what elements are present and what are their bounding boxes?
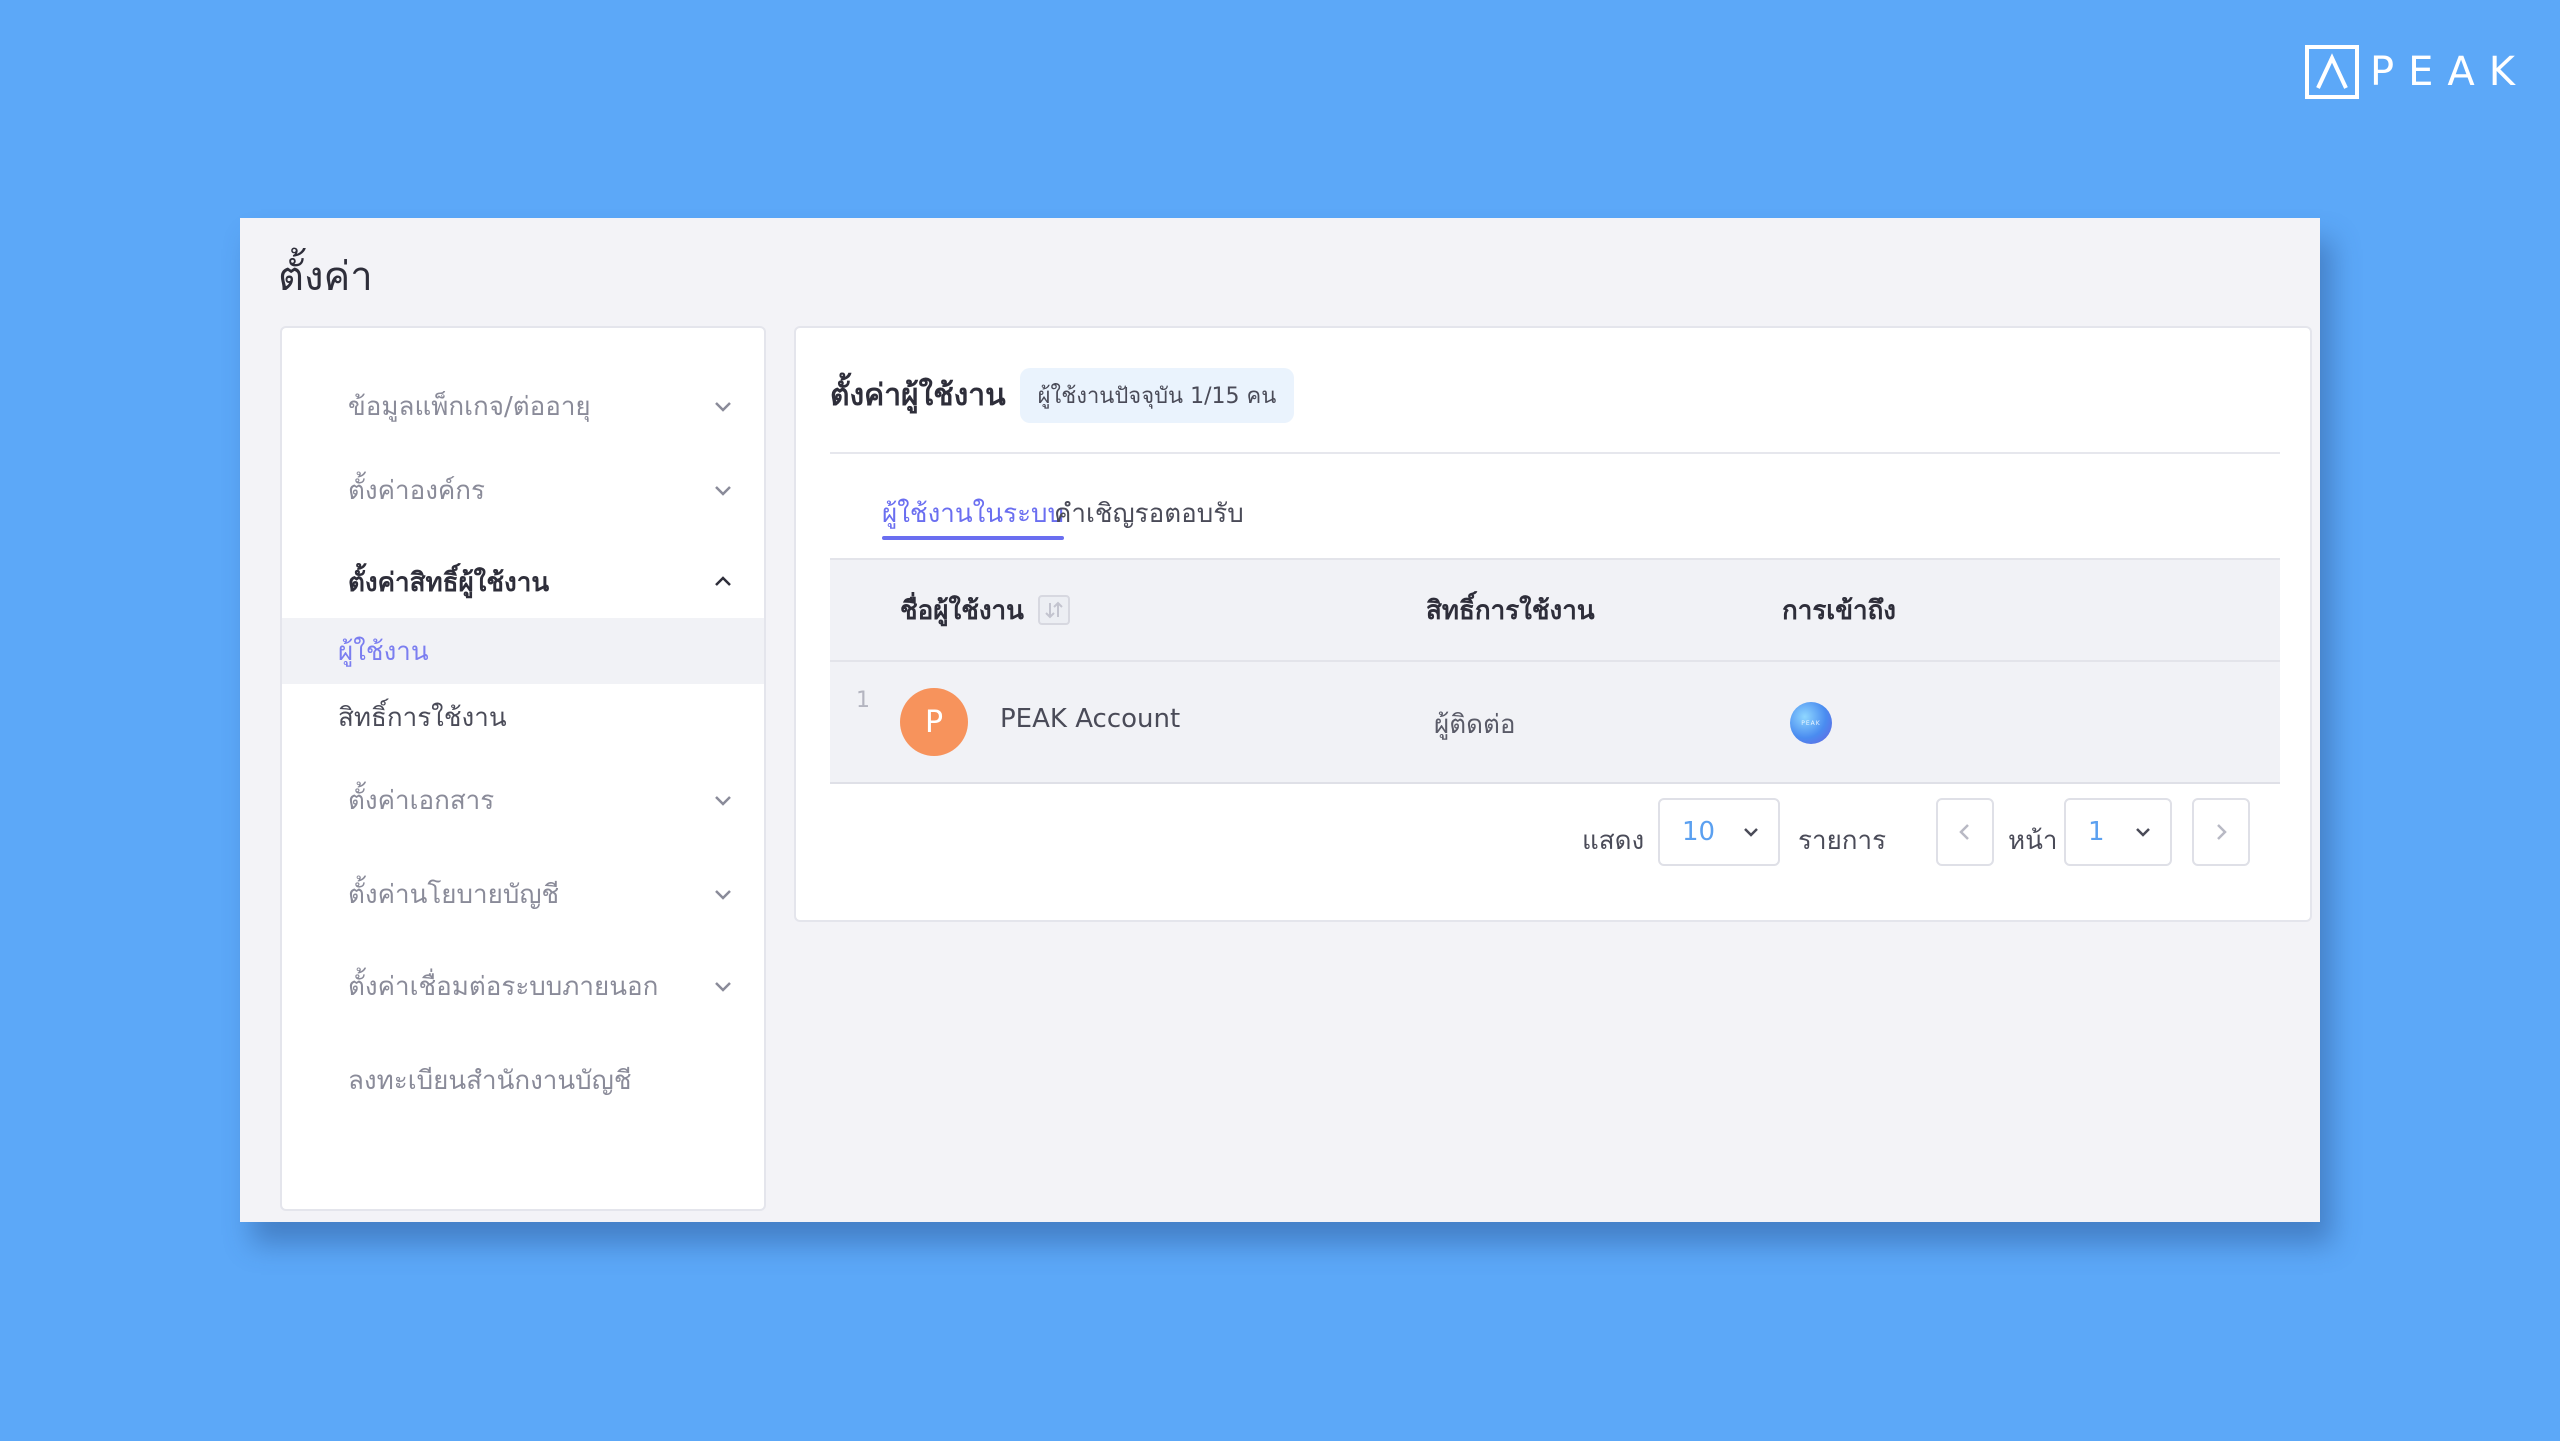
chevron-down-icon (715, 890, 731, 900)
page-size-label: แสดง (1582, 826, 1645, 856)
sort-icon[interactable] (1037, 595, 1070, 625)
row-index: 1 (856, 688, 870, 713)
chevron-up-icon (715, 576, 731, 586)
sidebar-subitem-users[interactable]: ผู้ใช้งาน (282, 618, 764, 684)
header-divider (830, 452, 2280, 454)
peak-logo-mark-icon (2305, 45, 2359, 99)
sidebar-item-organization[interactable]: ตั้งค่าองค์กร (282, 460, 764, 520)
next-page-button[interactable] (2192, 798, 2250, 866)
column-header-permission: สิทธิ์การใช้งาน (1426, 595, 1595, 626)
chevron-down-icon (715, 486, 731, 496)
column-header-username: ชื่อผู้ใช้งาน (900, 560, 1070, 660)
sidebar-item-package[interactable]: ข้อมูลแพ็กเกจ/ต่ออายุ (282, 376, 764, 436)
peak-logo: PEAK (2304, 44, 2529, 100)
column-header-label: ชื่อผู้ใช้งาน (900, 595, 1024, 626)
sidebar-item-accounting-policy[interactable]: ตั้งค่านโยบายบัญชี (282, 864, 764, 924)
sidebar-subitem-permissions[interactable]: สิทธิ์การใช้งาน (282, 684, 764, 750)
card-title: ตั้งค่าผู้ใช้งาน (830, 378, 1006, 413)
avatar: P (900, 688, 968, 756)
tab-pending-invitations[interactable]: คำเชิญรอตอบรับ (1054, 478, 1244, 548)
user-role: ผู้ติดต่อ (1434, 710, 1516, 740)
sidebar-subitem-label: ผู้ใช้งาน (338, 636, 429, 667)
table-header: ชื่อผู้ใช้งาน สิทธิ์การใช้งาน การเข้าถึง (830, 558, 2280, 662)
sidebar-item-label: ตั้งค่าสิทธิ์ผู้ใช้งาน (348, 567, 550, 598)
chevron-left-icon (1959, 824, 1969, 840)
chevron-right-icon (2217, 824, 2227, 840)
user-settings-card: ตั้งค่าผู้ใช้งาน ผู้ใช้งานปัจจุบัน 1/15 … (794, 326, 2312, 922)
sidebar-item-label: ข้อมูลแพ็กเกจ/ต่ออายุ (348, 391, 591, 422)
card-header: ตั้งค่าผู้ใช้งาน ผู้ใช้งานปัจจุบัน 1/15 … (830, 368, 1295, 423)
user-name: PEAK Account (1000, 704, 1181, 734)
column-header-access: การเข้าถึง (1782, 595, 1897, 626)
page-title: ตั้งค่า (278, 254, 373, 300)
sort-arrows-icon (1045, 601, 1063, 619)
items-label: รายการ (1798, 826, 1887, 856)
sidebar-item-label: ตั้งค่าเชื่อมต่อระบบภายนอก (348, 971, 659, 1002)
table-row[interactable]: 1 P PEAK Account ผู้ติดต่อ PEAK (830, 662, 2280, 784)
settings-window: ตั้งค่า ข้อมูลแพ็กเกจ/ต่ออายุ ตั้งค่าองค… (240, 218, 2320, 1222)
sidebar-subitem-label: สิทธิ์การใช้งาน (338, 702, 507, 733)
sidebar-item-label: ตั้งค่าเอกสาร (348, 785, 495, 816)
prev-page-button[interactable] (1936, 798, 1994, 866)
peak-logo-text: PEAK (2370, 49, 2529, 95)
sidebar-item-label: ลงทะเบียนสำนักงานบัญชี (348, 1065, 632, 1096)
sidebar-item-label: ตั้งค่าองค์กร (348, 475, 485, 506)
screen: PEAK ตั้งค่า ข้อมูลแพ็กเกจ/ต่ออายุ ตั้งค… (0, 0, 2560, 1441)
page-number-value: 1 (2088, 817, 2105, 847)
chevron-down-icon (715, 402, 731, 412)
page-size-value: 10 (1682, 817, 1716, 847)
chevron-down-icon (1744, 828, 1758, 837)
chevron-down-icon (715, 982, 731, 992)
sidebar-item-label: ตั้งค่านโยบายบัญชี (348, 879, 560, 910)
sidebar-item-user-permissions[interactable]: ตั้งค่าสิทธิ์ผู้ใช้งาน (282, 552, 764, 612)
sidebar-item-documents[interactable]: ตั้งค่าเอกสาร (282, 770, 764, 830)
sidebar-item-register-accounting-office[interactable]: ลงทะเบียนสำนักงานบัญชี (282, 1050, 764, 1110)
settings-sidebar: ข้อมูลแพ็กเกจ/ต่ออายุ ตั้งค่าองค์กร ตั้ง… (280, 326, 766, 1211)
page-size-select[interactable]: 10 (1658, 798, 1780, 866)
page-label: หน้า (2008, 826, 2058, 856)
tab-users-in-system[interactable]: ผู้ใช้งานในระบบ (882, 478, 1065, 548)
chevron-down-icon (2136, 828, 2150, 837)
peak-app-icon: PEAK (1790, 702, 1832, 744)
chevron-down-icon (715, 796, 731, 806)
sidebar-item-integrations[interactable]: ตั้งค่าเชื่อมต่อระบบภายนอก (282, 956, 764, 1016)
user-count-badge: ผู้ใช้งานปัจจุบัน 1/15 คน (1019, 368, 1295, 423)
page-number-select[interactable]: 1 (2064, 798, 2172, 866)
